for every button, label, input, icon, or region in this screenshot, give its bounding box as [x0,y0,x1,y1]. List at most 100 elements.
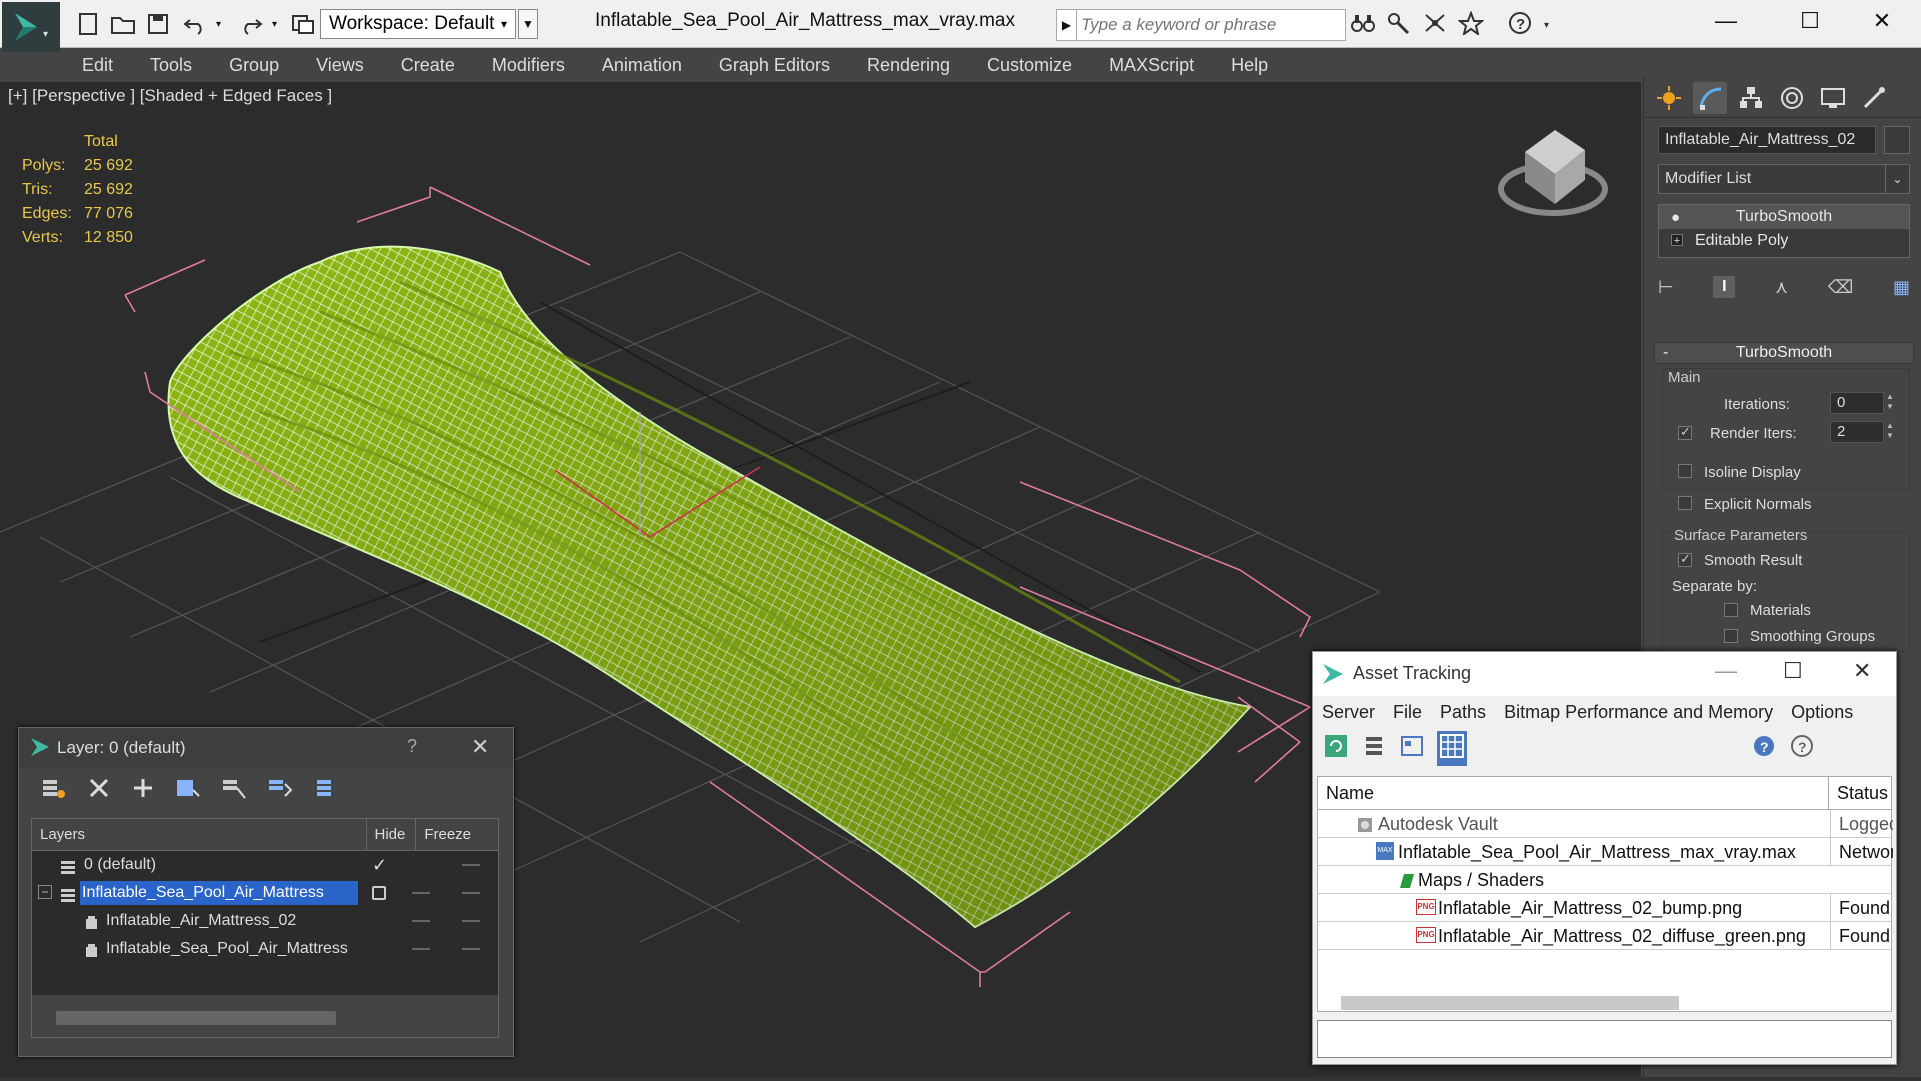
smooth-result-checkbox[interactable] [1678,551,1692,567]
select-layer-objects-icon[interactable] [221,776,247,805]
menu-bitmap-performance[interactable]: Bitmap Performance and Memory [1504,702,1773,723]
table-view-icon[interactable] [1437,730,1467,766]
maximize-button[interactable]: ☐ [1783,658,1803,684]
menu-edit[interactable]: Edit [82,55,113,76]
pin-stack-icon[interactable]: ⊢ [1658,277,1674,298]
menu-paths[interactable]: Paths [1440,702,1486,723]
menu-options[interactable]: Options [1791,702,1853,723]
create-tab-icon[interactable] [1652,82,1686,114]
new-file-icon[interactable] [76,9,100,39]
column-freeze[interactable]: Freeze [416,819,498,850]
menu-views[interactable]: Views [316,55,364,76]
stack-item-editable-poly[interactable]: + Editable Poly [1659,229,1909,253]
view-cube-icon[interactable] [1498,130,1608,216]
open-folder-icon[interactable] [110,9,136,39]
search-box[interactable]: ▶ [1056,9,1346,41]
layer-row[interactable]: − Inflatable_Sea_Pool_Air_Mattress [32,879,498,907]
app-logo-icon[interactable]: ▾ [2,2,60,52]
menu-help[interactable]: Help [1231,55,1268,76]
search-expand-icon[interactable]: ▶ [1057,10,1077,40]
stack-item-turbosmooth[interactable]: ● TurboSmooth [1659,205,1909,229]
freeze-toggle[interactable] [462,948,480,950]
hide-toggle[interactable] [412,948,430,950]
modifier-list-dropdown[interactable]: Modifier List ⌄ [1658,164,1910,194]
asset-row[interactable]: MAX Inflatable_Sea_Pool_Air_Mattress_max… [1318,838,1893,866]
column-hide[interactable]: Hide [367,819,417,850]
undo-icon[interactable] [182,9,208,39]
menu-modifiers[interactable]: Modifiers [492,55,565,76]
search-input[interactable] [1081,13,1339,37]
smoothing-groups-checkbox[interactable] [1724,629,1738,643]
render-iters-spinner[interactable]: 2 [1830,421,1884,443]
save-icon[interactable] [146,9,170,39]
create-layer-icon[interactable] [131,776,155,805]
configure-modifier-sets-icon[interactable]: ▦ [1893,277,1910,298]
menu-server[interactable]: Server [1322,702,1375,723]
iterations-spinner[interactable]: 0 [1830,392,1884,414]
menu-tools[interactable]: Tools [150,55,192,76]
delete-layer-icon[interactable] [87,776,111,805]
close-button[interactable]: ✕ [471,734,489,760]
asset-row[interactable]: PNG Inflatable_Air_Mattress_02_bump.png … [1318,894,1891,922]
motion-tab-icon[interactable] [1775,82,1809,114]
close-button[interactable]: ✕ [1853,658,1871,684]
maximize-button[interactable]: ☐ [1780,6,1840,36]
workspace-menu-button[interactable]: ▼ [518,9,538,39]
close-button[interactable]: ✕ [1852,6,1912,36]
hide-toggle[interactable] [412,920,430,922]
isoline-display-checkbox[interactable] [1678,464,1692,478]
vault-help-icon[interactable]: ? [1751,733,1777,764]
menu-maxscript[interactable]: MAXScript [1109,55,1194,76]
key-tools-icon[interactable] [1386,11,1412,40]
modify-tab-icon[interactable] [1693,82,1727,114]
column-status[interactable]: Status [1828,777,1891,809]
communication-center-icon[interactable] [1422,11,1448,40]
set-current-layer-icon[interactable] [267,776,293,805]
make-unique-icon[interactable]: ⋏ [1775,277,1788,298]
layer-settings-icon[interactable] [41,776,67,805]
freeze-toggle[interactable] [462,864,480,866]
menu-file[interactable]: File [1393,702,1422,723]
hide-toggle[interactable] [412,892,430,894]
minimize-button[interactable]: — [1715,658,1737,684]
column-layers[interactable]: Layers [32,819,367,850]
freeze-toggle[interactable] [462,892,480,894]
menu-animation[interactable]: Animation [602,55,682,76]
refresh-icon[interactable] [1323,733,1349,764]
project-folder-icon[interactable] [290,9,316,39]
layer-window-titlebar[interactable]: Layer: 0 (default) ? ✕ [19,728,513,768]
asset-row[interactable]: PNG Inflatable_Air_Mattress_02_diffuse_g… [1318,922,1891,950]
horizontal-scrollbar[interactable] [56,1011,336,1025]
thumbnail-view-icon[interactable] [1399,733,1425,764]
help-button[interactable]: ? [407,736,417,757]
set-current-icon[interactable] [372,886,386,900]
current-layer-check-icon[interactable]: ✓ [372,851,387,879]
horizontal-scrollbar[interactable] [1341,996,1679,1010]
explicit-normals-checkbox[interactable] [1678,496,1692,510]
menu-customize[interactable]: Customize [987,55,1072,76]
object-name-field[interactable]: Inflatable_Air_Mattress_02 [1658,126,1876,154]
utilities-tab-icon[interactable] [1857,82,1891,114]
freeze-toggle[interactable] [462,920,480,922]
hierarchy-tab-icon[interactable] [1734,82,1768,114]
asset-path-field[interactable] [1317,1020,1892,1058]
highlight-layer-icon[interactable] [313,776,339,805]
render-iters-checkbox[interactable] [1678,424,1692,440]
undo-dropdown-icon[interactable]: ▾ [216,9,221,39]
asset-row[interactable]: Maps / Shaders [1318,866,1891,894]
layer-row[interactable]: 0 (default) ✓ [32,851,498,879]
menu-create[interactable]: Create [401,55,455,76]
favorites-star-icon[interactable] [1457,9,1485,40]
layer-row[interactable]: Inflatable_Air_Mattress_02 [32,907,498,935]
list-view-icon[interactable] [1361,733,1387,764]
asset-tracking-titlebar[interactable]: Asset Tracking — ☐ ✕ [1313,652,1896,696]
add-to-layer-icon[interactable] [175,776,201,805]
menu-rendering[interactable]: Rendering [867,55,950,76]
menu-group[interactable]: Group [229,55,279,76]
workspace-dropdown[interactable]: Workspace: Default ▾ [320,9,516,39]
layer-row[interactable]: Inflatable_Sea_Pool_Air_Mattress [32,935,498,963]
remove-modifier-icon[interactable]: ⌫ [1828,277,1853,298]
materials-checkbox[interactable] [1724,603,1738,617]
object-color-swatch[interactable] [1884,126,1910,154]
viewport-label[interactable]: [+] [Perspective ] [Shaded + Edged Faces… [8,86,332,106]
